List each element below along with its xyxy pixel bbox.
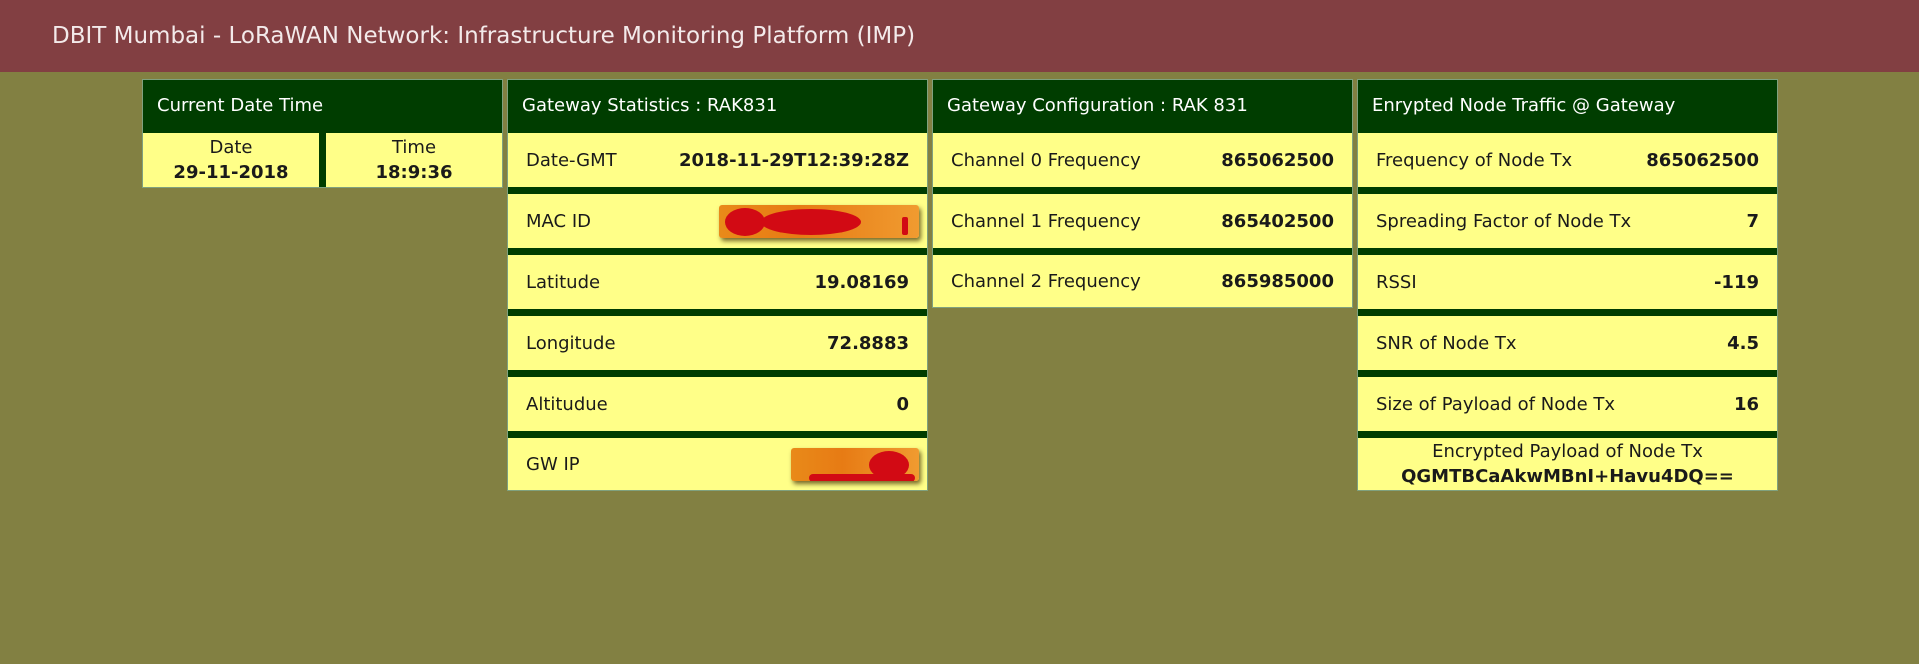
traffic-row-rssi: RSSI -119 — [1358, 255, 1777, 309]
config-row-channel-0: Channel 0 Frequency 865062500 — [933, 133, 1352, 187]
config-value: 865402500 — [1221, 210, 1334, 232]
stat-label: Latitude — [526, 271, 601, 293]
time-cell: Time 18:9:36 — [326, 133, 502, 187]
traffic-value: 865062500 — [1646, 149, 1759, 171]
gw-ip-redaction — [791, 447, 919, 481]
traffic-value: 4.5 — [1727, 332, 1759, 354]
traffic-value: 7 — [1746, 210, 1759, 232]
traffic-row-encrypted-payload: Encrypted Payload of Node Tx QGMTBCaAkwM… — [1358, 438, 1777, 490]
stat-row-altitude: Altitudue 0 — [508, 377, 927, 431]
traffic-value: -119 — [1713, 271, 1759, 293]
datetime-cells: Date 29-11-2018 Time 18:9:36 — [143, 133, 502, 187]
stat-value: 72.8883 — [827, 332, 909, 354]
current-datetime-panel: Current Date Time Date 29-11-2018 Time 1… — [142, 79, 503, 188]
node-traffic-panel: Enrypted Node Traffic @ Gateway Frequenc… — [1357, 79, 1778, 491]
page-title: DBIT Mumbai - LoRaWAN Network: Infrastru… — [52, 23, 916, 49]
gateway-configuration-title: Gateway Configuration : RAK 831 — [947, 95, 1248, 116]
stat-row-gw-ip: GW IP — [508, 438, 927, 490]
date-value: 29-11-2018 — [173, 162, 289, 183]
stat-label: Longitude — [526, 332, 616, 354]
gateway-configuration-panel: Gateway Configuration : RAK 831 Channel … — [932, 79, 1353, 308]
traffic-row-frequency: Frequency of Node Tx 865062500 — [1358, 133, 1777, 187]
config-row-channel-2: Channel 2 Frequency 865985000 — [933, 255, 1352, 307]
config-value: 865062500 — [1221, 149, 1334, 171]
stat-row-mac-id: MAC ID — [508, 194, 927, 248]
traffic-label: Spreading Factor of Node Tx — [1376, 210, 1632, 232]
traffic-label: Frequency of Node Tx — [1376, 149, 1573, 171]
mac-id-redaction — [719, 204, 919, 238]
page-header: DBIT Mumbai - LoRaWAN Network: Infrastru… — [0, 0, 1919, 72]
stat-label: GW IP — [526, 453, 580, 475]
current-datetime-title: Current Date Time — [157, 95, 324, 116]
stat-value: 2018-11-29T12:39:28Z — [678, 149, 909, 171]
stat-value: 19.08169 — [814, 271, 909, 293]
traffic-row-snr: SNR of Node Tx 4.5 — [1358, 316, 1777, 370]
traffic-label: SNR of Node Tx — [1376, 332, 1517, 354]
payload-label: Encrypted Payload of Node Tx — [1432, 441, 1703, 462]
config-row-channel-1: Channel 1 Frequency 865402500 — [933, 194, 1352, 248]
stat-row-date-gmt: Date-GMT 2018-11-29T12:39:28Z — [508, 133, 927, 187]
stat-label: MAC ID — [526, 210, 591, 232]
traffic-value: 16 — [1733, 393, 1759, 415]
stat-label: Altitudue — [526, 393, 608, 415]
traffic-label: Size of Payload of Node Tx — [1376, 393, 1616, 415]
payload-value: QGMTBCaAkwMBnI+Havu4DQ== — [1401, 466, 1734, 487]
traffic-row-payload-size: Size of Payload of Node Tx 16 — [1358, 377, 1777, 431]
traffic-row-spreading-factor: Spreading Factor of Node Tx 7 — [1358, 194, 1777, 248]
config-value: 865985000 — [1221, 270, 1334, 292]
time-label: Time — [391, 137, 437, 158]
traffic-label: RSSI — [1376, 271, 1417, 293]
gateway-statistics-title: Gateway Statistics : RAK831 — [522, 95, 778, 116]
config-label: Channel 0 Frequency — [951, 149, 1141, 171]
config-label: Channel 1 Frequency — [951, 210, 1141, 232]
stat-row-latitude: Latitude 19.08169 — [508, 255, 927, 309]
stat-label: Date-GMT — [526, 149, 617, 171]
date-cell: Date 29-11-2018 — [143, 133, 319, 187]
stat-value: 0 — [896, 393, 909, 415]
gateway-statistics-panel: Gateway Statistics : RAK831 Date-GMT 201… — [507, 79, 928, 491]
config-label: Channel 2 Frequency — [951, 270, 1141, 292]
node-traffic-title: Enrypted Node Traffic @ Gateway — [1372, 95, 1676, 116]
date-label: Date — [209, 137, 253, 158]
time-value: 18:9:36 — [375, 162, 453, 183]
stat-row-longitude: Longitude 72.8883 — [508, 316, 927, 370]
